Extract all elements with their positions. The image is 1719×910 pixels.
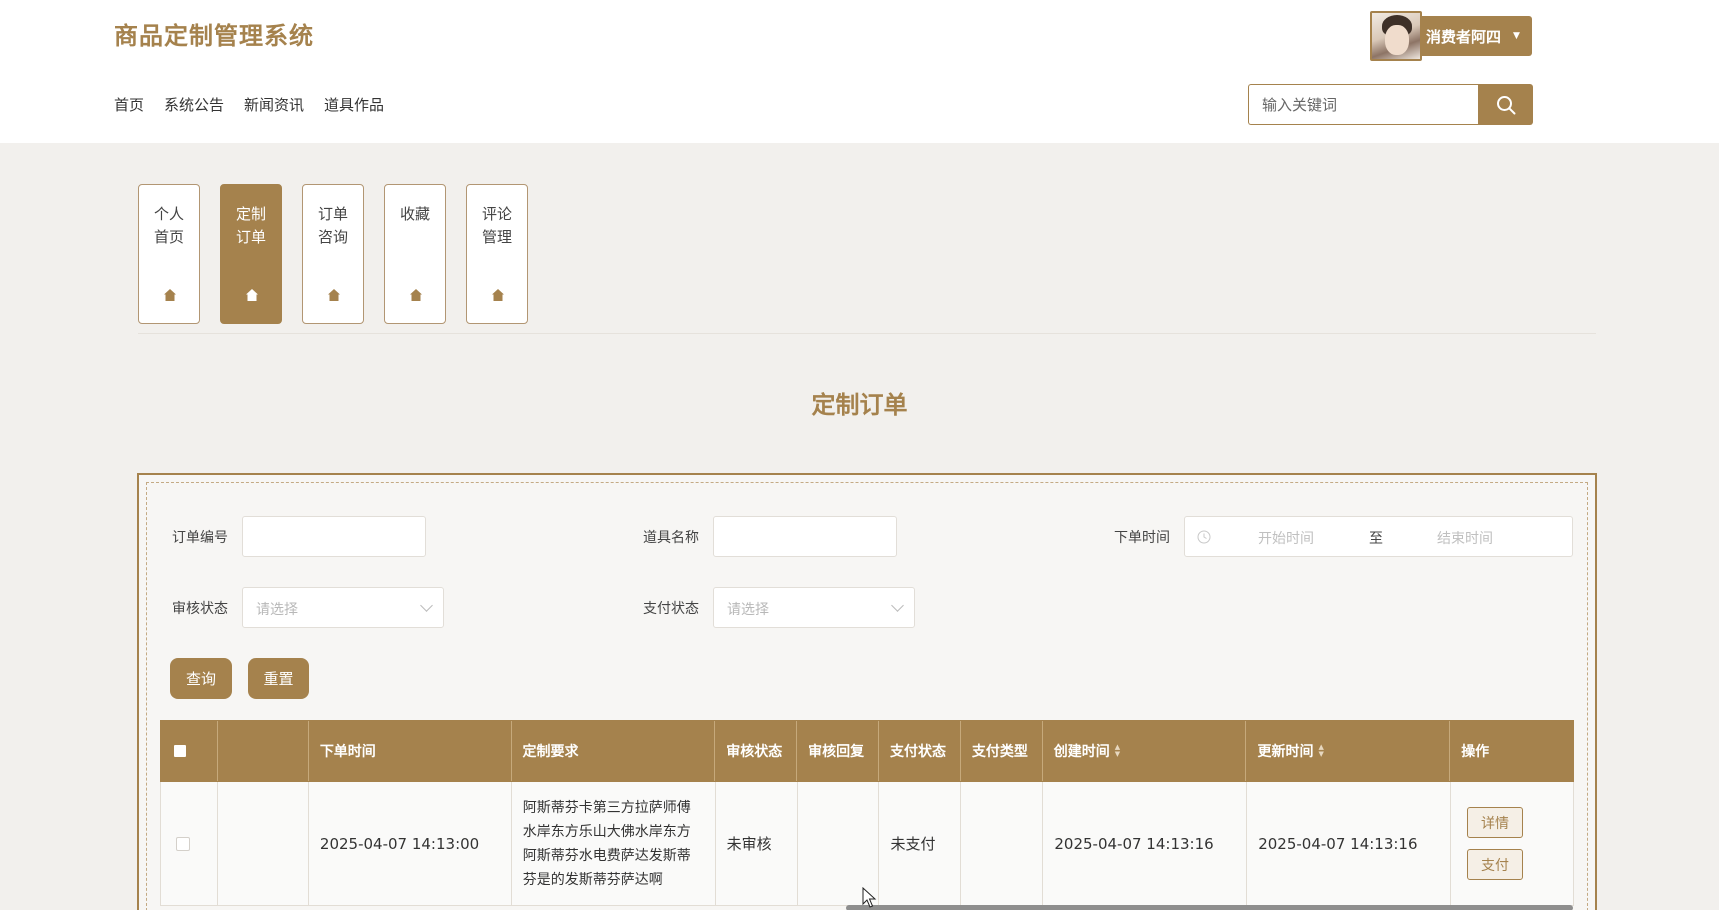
order-no-input[interactable] <box>242 516 426 557</box>
home-icon <box>328 289 340 301</box>
col-updated[interactable]: 更新时间 ▲ ▼ <box>1246 721 1451 781</box>
col-order-time: 下单时间 <box>309 721 512 781</box>
cell-actions: 详情 支付 <box>1451 782 1574 906</box>
cell-updated: 2025-04-07 14:13:16 <box>1247 782 1452 906</box>
home-icon <box>492 289 504 301</box>
col-created[interactable]: 创建时间 ▲ ▼ <box>1043 721 1247 781</box>
col-actions: 操作 <box>1461 744 1490 760</box>
horizontal-scrollbar[interactable] <box>846 905 1573 910</box>
tab-label: 个人首页 <box>153 205 184 246</box>
tab-personal-home[interactable]: 个人首页 <box>138 184 200 324</box>
order-no-label: 订单编号 <box>172 530 228 546</box>
col-created-label: 创建时间 <box>1053 744 1110 760</box>
col-audit-reply: 审核回复 <box>797 721 879 781</box>
start-time-placeholder[interactable]: 开始时间 <box>1258 528 1314 548</box>
index-header <box>218 721 309 781</box>
main-nav: 首页 系统公告 新闻资讯 道具作品 <box>114 94 404 115</box>
search-button[interactable] <box>1478 84 1533 125</box>
table-header: 下单时间 定制要求 审核状态 审核回复 支付状态 支付类型 创建时间 ▲ ▼ 更新… <box>160 720 1574 782</box>
prop-name-input[interactable] <box>713 516 897 557</box>
tab-favorites[interactable]: 收藏 <box>384 184 446 324</box>
divider <box>138 333 1596 334</box>
tab-custom-orders[interactable]: 定制订单 <box>220 184 282 324</box>
prop-name-label: 道具名称 <box>643 530 699 546</box>
pay-status-select[interactable]: 请选择 <box>713 587 915 628</box>
clock-icon <box>1197 530 1211 544</box>
tab-order-consult[interactable]: 订单咨询 <box>302 184 364 324</box>
nav-item-home[interactable]: 首页 <box>114 94 144 115</box>
range-separator: 至 <box>1369 531 1383 547</box>
home-icon <box>410 289 422 301</box>
tab-label: 定制订单 <box>235 205 266 246</box>
user-menu[interactable]: 消费者阿四 ▼ <box>1370 11 1532 61</box>
user-name: 消费者阿四 <box>1426 27 1502 46</box>
select-all-checkbox[interactable] <box>174 745 186 757</box>
caret-down-icon: ▼ <box>1513 31 1520 41</box>
order-time-range-picker[interactable]: 开始时间 至 结束时间 <box>1184 516 1573 557</box>
user-dropdown-button[interactable]: 消费者阿四 ▼ <box>1422 16 1532 56</box>
site-title[interactable]: 商品定制管理系统 <box>114 16 314 51</box>
cell-order-time: 2025-04-07 14:13:00 <box>308 782 512 906</box>
select-all-cell <box>161 721 218 781</box>
search-input[interactable] <box>1248 84 1478 125</box>
avatar[interactable] <box>1370 11 1422 61</box>
col-pay-type: 支付类型 <box>961 721 1043 781</box>
mouse-cursor-icon <box>862 887 877 908</box>
cell-pay-status: 未支付 <box>879 782 962 906</box>
tab-comment-management[interactable]: 评论管理 <box>466 184 528 324</box>
pay-button[interactable]: 支付 <box>1467 849 1524 880</box>
reset-button[interactable]: 重置 <box>248 658 309 699</box>
cell-created: 2025-04-07 14:13:16 <box>1043 782 1248 906</box>
audit-status-select[interactable]: 请选择 <box>242 587 444 628</box>
end-time-placeholder[interactable]: 结束时间 <box>1437 528 1493 548</box>
page-title: 定制订单 <box>811 391 908 419</box>
home-icon <box>164 289 176 301</box>
cell-pay-type <box>961 782 1044 906</box>
nav-item-announcements[interactable]: 系统公告 <box>164 94 224 115</box>
detail-button[interactable]: 详情 <box>1467 807 1524 838</box>
sort-icon[interactable]: ▲ ▼ <box>1115 744 1120 758</box>
cell-requirement: 阿斯蒂芬卡第三方拉萨师傅水岸东方乐山大佛水岸东方阿斯蒂芬水电费萨达发斯蒂芬是的发… <box>511 782 716 906</box>
select-placeholder: 请选择 <box>256 602 298 618</box>
row-checkbox[interactable] <box>176 836 190 851</box>
home-icon <box>246 289 258 301</box>
cell-audit-status: 未审核 <box>715 782 798 906</box>
center-tabs: 个人首页 定制订单 订单咨询 收藏 评论管理 <box>138 184 548 324</box>
tab-label: 评论管理 <box>481 205 512 246</box>
top-header: 商品定制管理系统 消费者阿四 ▼ 首页 系统公告 新闻资讯 道具作品 <box>0 0 1719 143</box>
tab-label: 收藏 <box>399 205 430 223</box>
nav-item-news[interactable]: 新闻资讯 <box>244 94 304 115</box>
col-requirement: 定制要求 <box>512 721 716 781</box>
row-index-cell <box>217 782 309 906</box>
orders-table: 下单时间 定制要求 审核状态 审核回复 支付状态 支付类型 创建时间 ▲ ▼ 更新… <box>160 720 1574 906</box>
search-icon <box>1496 95 1515 114</box>
col-pay-status: 支付状态 <box>879 721 961 781</box>
sort-icon[interactable]: ▲ ▼ <box>1318 744 1323 758</box>
nav-item-props[interactable]: 道具作品 <box>324 94 384 115</box>
pay-status-label: 支付状态 <box>643 601 699 617</box>
order-time-label: 下单时间 <box>1114 530 1170 546</box>
col-updated-label: 更新时间 <box>1257 744 1314 760</box>
chevron-down-icon <box>420 599 433 612</box>
tab-label: 订单咨询 <box>317 205 348 246</box>
row-select-cell <box>161 782 218 906</box>
search-bar <box>1248 84 1533 125</box>
query-button[interactable]: 查询 <box>170 658 232 699</box>
col-audit-status: 审核状态 <box>715 721 798 781</box>
audit-status-label: 审核状态 <box>172 601 228 617</box>
chevron-down-icon <box>891 599 904 612</box>
select-placeholder: 请选择 <box>727 602 769 618</box>
